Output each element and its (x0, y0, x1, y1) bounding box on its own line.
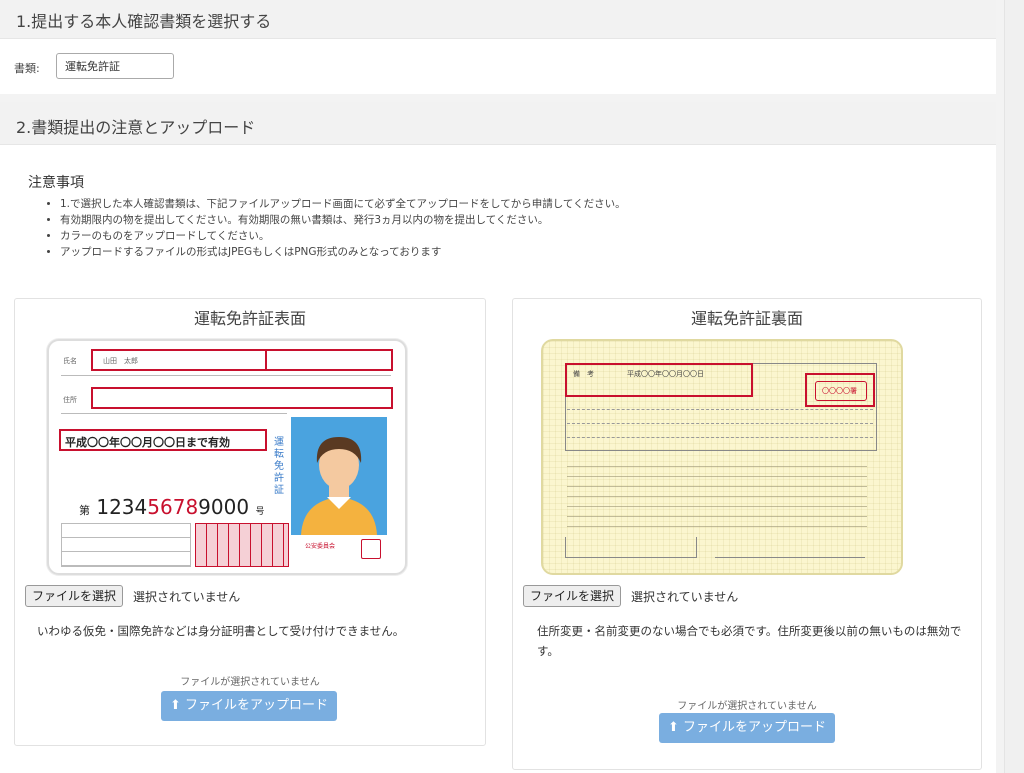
note-item: アップロードするファイルの形式はJPEGもしくはPNG形式のみとなっております (60, 244, 626, 260)
card-fine-print (567, 459, 867, 529)
birthdate-highlight (265, 349, 393, 371)
note-item: 有効期限内の物を提出してください。有効期限の無い書類は、発行3ヵ月以内の物を提出… (60, 212, 626, 228)
scrollbar[interactable] (1004, 0, 1024, 773)
card-record-box (715, 537, 865, 558)
license-front-illustration: 氏名 山田 太郎 住所 平成〇〇年〇〇月〇〇日まで有効 第 1234567890… (47, 339, 407, 575)
note-item: 1.で選択した本人確認書類は、下記ファイルアップロード画面にて必ず全てアップロー… (60, 196, 626, 212)
no-file-label-back: ファイルが選択されていません (677, 701, 817, 712)
license-class-grid (61, 523, 191, 567)
section-title: 1.提出する本人確認書類を選択する (16, 12, 272, 31)
choose-file-button-back[interactable]: ファイルを選択 (523, 585, 622, 607)
hint-back: 住所変更・名前変更のない場合でも必須です。住所変更後以前の無いものは無効です。 (537, 624, 962, 658)
card-dotted-line (567, 437, 873, 438)
section-divider (0, 94, 996, 102)
upload-icon: ⬆ (169, 698, 181, 713)
photo-icon (291, 417, 387, 535)
main-content: 1.提出する本人確認書類を選択する 書類: 運転免許証 2.書類提出の注意とアッ… (0, 0, 996, 773)
section-header-select-document: 1.提出する本人確認書類を選択する (0, 0, 996, 39)
vertical-title: 運転免許証 (274, 437, 284, 496)
expiry-text: 平成〇〇年〇〇月〇〇日まで有効 (65, 436, 230, 449)
remarks-date: 平成〇〇年〇〇月〇〇日 (627, 370, 704, 378)
expiry-highlight: 平成〇〇年〇〇月〇〇日まで有効 (59, 429, 267, 451)
choose-file-button-front[interactable]: ファイルを選択 (25, 585, 124, 607)
name-label: 氏名 (63, 357, 77, 365)
address-highlight (91, 387, 393, 409)
upload-button-back[interactable]: ⬆ ファイルをアップロード (659, 713, 835, 743)
file-status-front: 選択されていません (133, 590, 241, 604)
police-stamp: 〇〇〇〇署 (815, 381, 867, 401)
issuing-authority: 公安委員会 (305, 543, 336, 550)
upload-icon: ⬆ (667, 720, 679, 735)
notes-list: 1.で選択した本人確認書類は、下記ファイルアップロード画面にて必ず全てアップロー… (46, 196, 626, 260)
card-rule (61, 413, 287, 414)
upload-button-front[interactable]: ⬆ ファイルをアップロード (161, 691, 337, 721)
file-status-back: 選択されていません (631, 590, 739, 604)
document-type-select[interactable]: 運転免許証 (56, 53, 174, 79)
section-title: 2.書類提出の注意とアップロード (16, 118, 256, 137)
card-signature-box (565, 537, 697, 558)
panel-title: 運転免許証表面 (193, 309, 306, 328)
notes-title: 注意事項 (28, 175, 84, 191)
license-category-grid (195, 523, 289, 567)
remarks-label: 備 考 (573, 370, 594, 378)
license-back-illustration: 備 考 平成〇〇年〇〇月〇〇日 〇〇〇〇署 (541, 339, 903, 575)
card-dotted-line (567, 409, 873, 410)
panel-title: 運転免許証裏面 (690, 309, 803, 328)
remarks-highlight: 備 考 平成〇〇年〇〇月〇〇日 (565, 363, 753, 397)
no-file-label-front: ファイルが選択されていません (180, 677, 320, 688)
stamp-highlight: 〇〇〇〇署 (805, 373, 875, 407)
name-value: 山田 太郎 (103, 357, 138, 365)
seal-icon (361, 539, 381, 559)
section-header-upload: 2.書類提出の注意とアップロード (0, 102, 996, 145)
card-dotted-line (567, 423, 873, 424)
hint-front: いわゆる仮免・国際免許などは身分証明書として受け付けできません。 (37, 624, 405, 638)
upload-panel-front: 運転免許証表面 氏名 山田 太郎 住所 平成〇〇年〇〇月〇〇日まで有効 第 12… (14, 298, 486, 746)
document-type-label: 書類: (14, 62, 40, 75)
name-highlight: 山田 太郎 (91, 349, 267, 371)
card-rule (61, 375, 391, 376)
note-item: カラーのものをアップロードしてください。 (60, 228, 626, 244)
address-label: 住所 (63, 396, 77, 404)
license-number: 第 123456789000 号 (79, 495, 265, 519)
upload-panel-back: 運転免許証裏面 備 考 平成〇〇年〇〇月〇〇日 〇〇〇〇署 ファイルを選択 選択… (512, 298, 982, 770)
